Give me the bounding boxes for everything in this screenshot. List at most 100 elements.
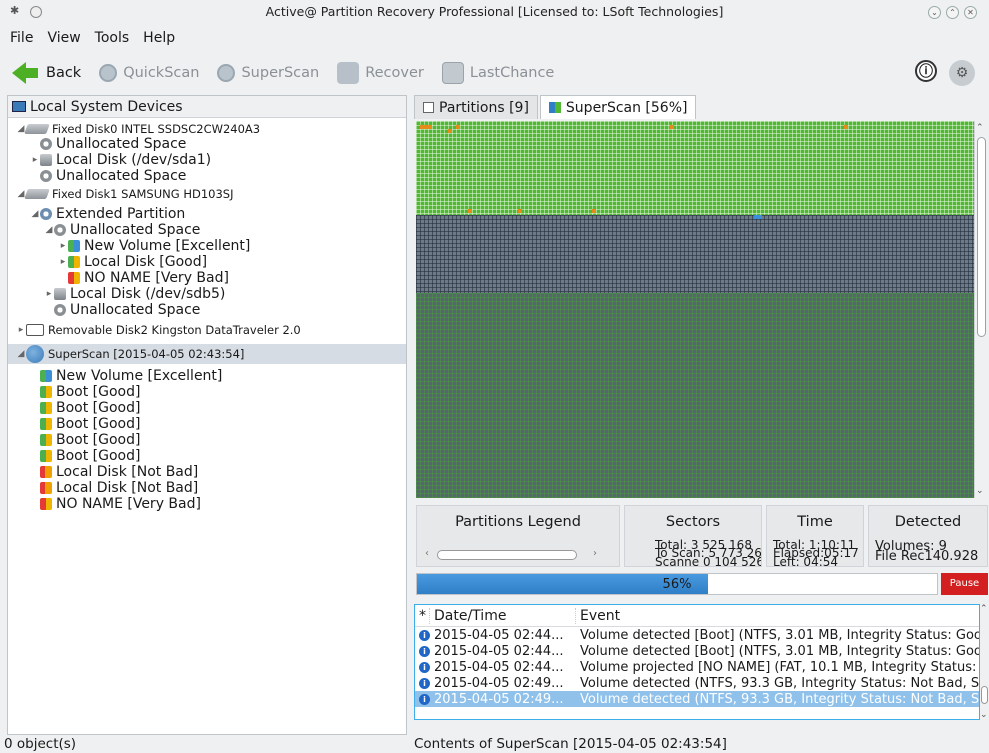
tree-item[interactable]: Boot [Good] bbox=[30, 448, 140, 464]
time-title: Time bbox=[797, 514, 833, 530]
menu-help[interactable]: Help bbox=[143, 30, 175, 46]
tree-item-label: New Volume [Excellent] bbox=[84, 238, 251, 254]
tree-item[interactable]: ▸ Removable Disk2 Kingston DataTraveler 2… bbox=[16, 322, 301, 338]
tree-item-label: Boot [Good] bbox=[56, 416, 141, 432]
expand-arrow-icon[interactable]: ▸ bbox=[16, 323, 26, 337]
event-log-row[interactable]: i 2015-04-05 02:49... Volume detected (NTF… bbox=[415, 675, 979, 691]
volume-icon bbox=[54, 288, 66, 300]
expand-arrow-icon[interactable]: ▸ bbox=[30, 153, 40, 167]
event-log-row[interactable]: i 2015-04-05 02:44... Volume detected [Boo… bbox=[415, 643, 979, 659]
event-text: Volume detected [Boot] (NTFS, 3.01 MB, I… bbox=[580, 627, 979, 643]
menu-tools[interactable]: Tools bbox=[95, 30, 130, 46]
detected-marker bbox=[448, 129, 452, 133]
unscanned-region bbox=[416, 293, 974, 498]
event-text: Volume projected [NO NAME] (FAT, 10.1 MB… bbox=[580, 659, 979, 675]
help-icon[interactable]: ⓘ bbox=[915, 60, 937, 82]
col-event[interactable]: Event bbox=[575, 607, 620, 624]
window-title: Active@ Partition Recovery Professional … bbox=[265, 4, 724, 19]
tree-item[interactable]: Boot [Good] bbox=[30, 384, 140, 400]
settings-gear-icon[interactable]: ⚙ bbox=[949, 60, 975, 86]
scroll-left-icon[interactable]: ‹ bbox=[425, 548, 429, 559]
scroll-down-icon[interactable]: ⌄ bbox=[976, 486, 984, 496]
col-date[interactable]: Date/Time bbox=[429, 607, 575, 624]
tree-item[interactable]: Boot [Good] bbox=[30, 416, 140, 432]
expand-arrow-icon[interactable]: ◢ bbox=[30, 207, 40, 221]
scan-map-scrollbar[interactable]: ⌃ ⌄ bbox=[974, 121, 988, 498]
status-contents: Contents of SuperScan [2015-04-05 02:43:… bbox=[414, 736, 727, 752]
tree-item[interactable]: NO NAME [Very Bad] bbox=[30, 496, 201, 512]
pause-button[interactable]: Pause bbox=[941, 573, 988, 595]
detected-title: Detected bbox=[894, 514, 962, 530]
tree-item-label: Local Disk (/dev/sda1) bbox=[56, 152, 212, 168]
current-position-marker bbox=[754, 215, 762, 219]
tree-item[interactable]: Local Disk [Not Bad] bbox=[30, 480, 198, 496]
progress-label: 56% bbox=[662, 577, 692, 592]
legend-scrollbar[interactable]: ‹ › bbox=[425, 548, 605, 560]
tree-item[interactable]: ▸ New Volume [Excellent] bbox=[58, 238, 251, 254]
quickscan-icon bbox=[99, 64, 118, 82]
log-scroll-thumb[interactable] bbox=[981, 686, 988, 704]
tree-item[interactable]: ◢ Fixed Disk0 INTEL SSDSC2CW240A3 bbox=[16, 121, 261, 137]
tree-item[interactable]: ◢ Extended Partition bbox=[30, 206, 186, 222]
scroll-right-icon[interactable]: › bbox=[593, 548, 597, 559]
recover-label: Recover bbox=[365, 65, 424, 81]
tree-item[interactable]: Unallocated Space bbox=[44, 302, 200, 318]
quickscan-label: QuickScan bbox=[123, 65, 200, 81]
tree-item[interactable]: ◢ Fixed Disk1 SAMSUNG HD103SJ bbox=[16, 186, 234, 202]
tree-item[interactable]: Boot [Good] bbox=[30, 432, 140, 448]
log-scroll-up-icon[interactable]: ⌃ bbox=[980, 604, 988, 614]
scroll-thumb[interactable] bbox=[977, 137, 986, 337]
event-log-row[interactable]: i 2015-04-05 02:44... Volume projected [NO… bbox=[415, 659, 979, 675]
legend-scroll-thumb[interactable] bbox=[437, 550, 577, 560]
expand-arrow-icon[interactable]: ▸ bbox=[58, 239, 68, 253]
tree-item-label: Boot [Good] bbox=[56, 448, 141, 464]
scroll-up-icon[interactable]: ⌃ bbox=[976, 123, 984, 133]
sectors-box: Sectors Total: 3 525 168 To Scan: 5 773 … bbox=[624, 505, 762, 567]
event-log-row[interactable]: i 2015-04-05 02:44... Volume detected [Boo… bbox=[415, 627, 979, 643]
tree-item[interactable]: ▸ Local Disk (/dev/sdb5) bbox=[44, 286, 226, 302]
tree-item[interactable]: ◢ Unallocated Space bbox=[44, 222, 201, 238]
expand-arrow-icon[interactable]: ◢ bbox=[44, 223, 54, 237]
notbad-icon bbox=[40, 482, 52, 494]
tree-item[interactable]: Unallocated Space bbox=[30, 168, 186, 184]
recover-button[interactable]: Recover bbox=[337, 62, 424, 84]
tree-item[interactable]: Unallocated Space bbox=[30, 136, 186, 152]
usb-icon bbox=[26, 324, 44, 336]
tree-item[interactable]: Boot [Good] bbox=[30, 400, 140, 416]
event-log-scrollbar[interactable]: ⌃ ⌄ bbox=[980, 604, 989, 720]
detected-marker bbox=[468, 209, 472, 213]
recover-icon bbox=[337, 62, 360, 84]
expand-arrow-icon[interactable]: ▸ bbox=[58, 255, 68, 269]
menu-view[interactable]: View bbox=[47, 30, 80, 46]
tab-superscan[interactable]: SuperScan [56%] bbox=[539, 95, 697, 119]
detected-file-records: File Rec140.928 bbox=[875, 549, 979, 564]
col-star[interactable]: * bbox=[415, 608, 429, 624]
event-date: 2015-04-05 02:49... bbox=[434, 691, 564, 707]
tree-item[interactable]: ▸ Local Disk [Good] bbox=[58, 254, 207, 270]
tree-item-label: NO NAME [Very Bad] bbox=[84, 270, 229, 286]
log-scroll-down-icon[interactable]: ⌄ bbox=[980, 710, 988, 720]
back-button[interactable]: Back bbox=[12, 62, 81, 84]
event-log-row[interactable]: i 2015-04-05 02:49... Volume detected (NTF… bbox=[415, 691, 979, 707]
partitions-legend-box: Partitions Legend ‹ › bbox=[416, 505, 620, 567]
minimize-icon[interactable]: ⌄ bbox=[928, 6, 941, 19]
expand-arrow-icon[interactable]: ▸ bbox=[44, 287, 54, 301]
superscan-button[interactable]: SuperScan bbox=[217, 64, 319, 82]
lastchance-button[interactable]: LastChance bbox=[441, 62, 554, 84]
excellent-icon bbox=[40, 370, 52, 382]
tree-item[interactable]: New Volume [Excellent] bbox=[30, 368, 222, 384]
info-icon: i bbox=[419, 693, 430, 705]
tree-item[interactable]: ▸ Local Disk (/dev/sda1) bbox=[30, 152, 211, 168]
close-icon[interactable]: ✕ bbox=[964, 6, 977, 19]
good-icon bbox=[68, 256, 80, 268]
good-icon bbox=[40, 434, 52, 446]
menu-file[interactable]: File bbox=[10, 30, 33, 46]
tree-item[interactable]: ◢ SuperScan [2015-04-05 02:43:54] bbox=[8, 344, 406, 364]
tree-item[interactable]: Local Disk [Not Bad] bbox=[30, 464, 198, 480]
tree-item[interactable]: NO NAME [Very Bad] bbox=[58, 270, 229, 286]
maximize-icon[interactable]: ⌃ bbox=[946, 6, 959, 19]
expand-arrow-icon[interactable]: ◢ bbox=[16, 347, 26, 361]
tab-partitions[interactable]: Partitions [9] bbox=[414, 95, 538, 119]
quickscan-button[interactable]: QuickScan bbox=[99, 64, 199, 82]
toolbar: Back QuickScan SuperScan Recover LastCha… bbox=[0, 52, 989, 94]
